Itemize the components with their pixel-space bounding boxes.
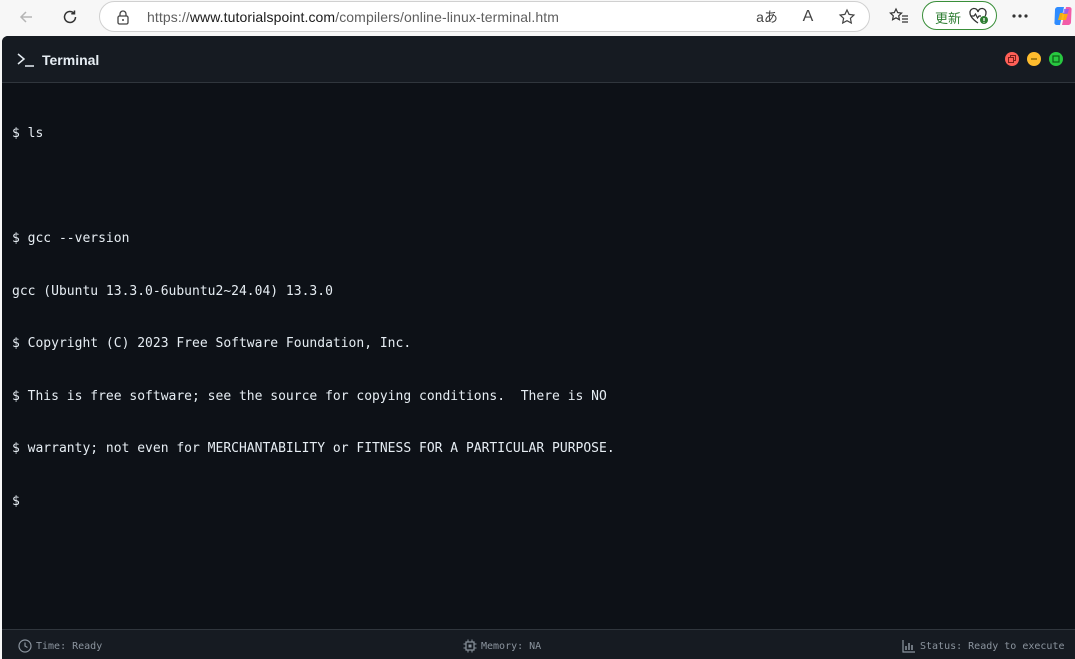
terminal-line: gcc (Ubuntu 13.3.0-6ubuntu2~24.04) 13.3.… <box>12 283 333 299</box>
cpu-icon <box>463 639 477 653</box>
terminal-line: $ warranty; not even for MERCHANTABILITY… <box>12 441 615 456</box>
memory-status-text: Memory: NA <box>481 640 542 652</box>
url-prefix: https:// <box>147 9 190 25</box>
bar-chart-icon <box>902 640 915 653</box>
terminal-line: $ ls <box>12 126 44 141</box>
back-button[interactable] <box>12 3 40 31</box>
terminal-line: $ Copyright (C) 2023 Free Software Found… <box>12 336 412 351</box>
url-text[interactable]: https://www.tutorialspoint.com/compilers… <box>147 9 559 25</box>
read-aloud-icon[interactable]: A <box>797 6 819 28</box>
memory-status: Memory: NA <box>463 639 541 653</box>
update-label: 更新 <box>935 11 962 26</box>
favorite-star-icon[interactable] <box>836 6 858 28</box>
heart-pulse-icon <box>969 7 988 24</box>
refresh-icon <box>63 10 77 24</box>
terminal-title: Terminal <box>42 52 100 68</box>
refresh-button[interactable] <box>56 3 84 31</box>
restore-icon <box>1008 55 1016 63</box>
translate-icon[interactable]: aあ <box>756 6 778 28</box>
url-path: /compilers/online-linux-terminal.htm <box>335 9 559 25</box>
browser-toolbar: https://www.tutorialspoint.com/compilers… <box>0 0 1075 34</box>
maximize-button[interactable] <box>1049 52 1063 66</box>
more-icon[interactable] <box>1008 4 1032 28</box>
favorites-list-icon[interactable] <box>887 4 911 28</box>
execution-status: Status: Ready to execute <box>902 639 1065 653</box>
time-status: Time: Ready <box>18 639 102 653</box>
url-host: www.tutorialspoint.com <box>189 9 336 25</box>
terminal-prompt-icon <box>17 53 34 67</box>
minimize-icon <box>1031 58 1037 60</box>
status-bar: Time: Ready Memory: NA Status: Ready to … <box>2 629 1075 659</box>
terminal-header: Terminal <box>2 36 1075 83</box>
time-status-text: Time: Ready <box>36 640 103 652</box>
terminal-line: $ This is free software; see the source … <box>12 388 607 404</box>
address-bar[interactable]: https://www.tutorialspoint.com/compilers… <box>99 1 870 32</box>
update-button[interactable]: 更新 <box>922 1 997 30</box>
terminal-window: Terminal $ ls $ gcc --version gcc (Ubunt… <box>2 36 1075 659</box>
terminal-output[interactable]: $ ls $ gcc --version gcc (Ubuntu 13.3.0-… <box>12 93 1062 543</box>
close-button[interactable] <box>1005 52 1019 66</box>
lock-icon[interactable] <box>116 9 130 25</box>
back-arrow-icon <box>19 11 32 23</box>
minimize-button[interactable] <box>1027 52 1041 66</box>
clock-icon <box>18 639 32 653</box>
terminal-line: $ gcc --version <box>12 231 130 246</box>
execution-status-text: Status: Ready to execute <box>920 640 1065 652</box>
copilot-icon[interactable] <box>1051 4 1075 28</box>
maximize-icon <box>1052 55 1060 63</box>
terminal-prompt-line[interactable]: $ <box>12 491 1062 514</box>
